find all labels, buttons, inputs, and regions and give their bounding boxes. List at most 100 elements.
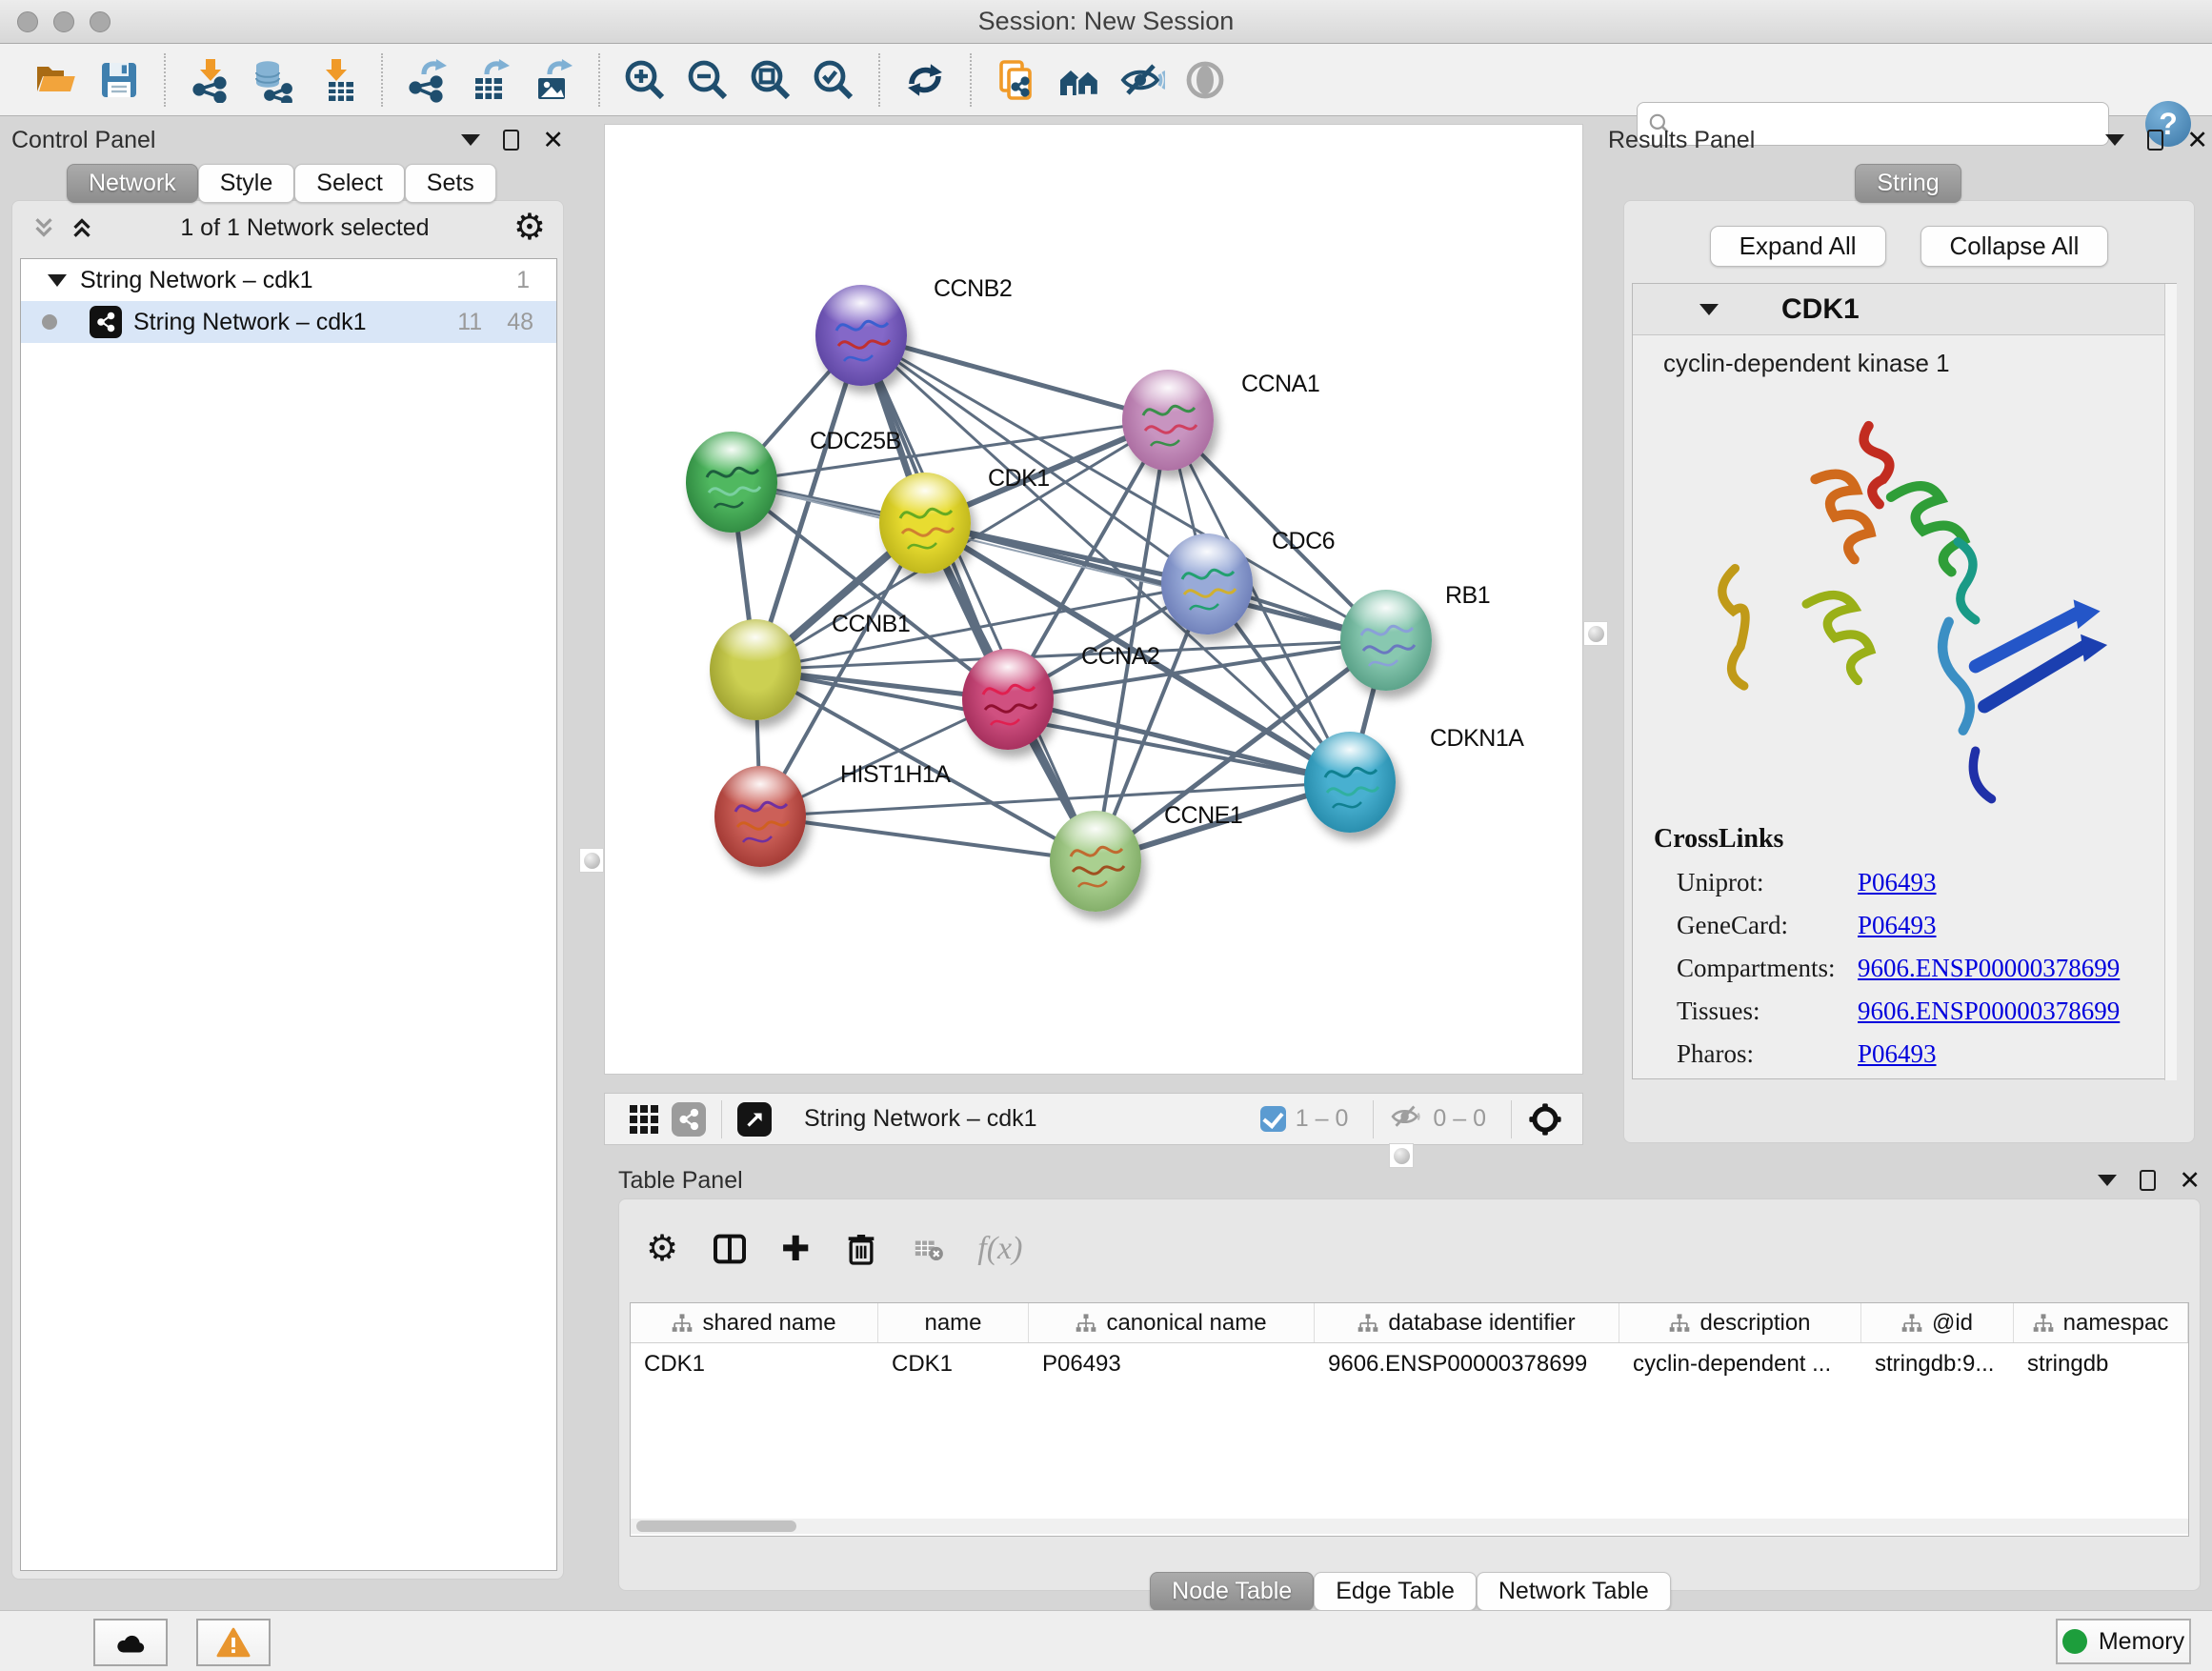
- column-header-namespac[interactable]: namespac: [2014, 1303, 2188, 1342]
- column-header-database-identifier[interactable]: database identifier: [1315, 1303, 1619, 1342]
- open-session-button[interactable]: [25, 50, 88, 110]
- center-view-icon[interactable]: [1527, 1101, 1563, 1137]
- warning-status-button[interactable]: [196, 1619, 271, 1666]
- zoom-selected-button[interactable]: [802, 50, 865, 110]
- results-scrollbar[interactable]: [2164, 284, 2177, 1080]
- tab-select[interactable]: Select: [294, 164, 404, 203]
- footer-separator: [721, 1100, 722, 1138]
- maximize-panel-icon[interactable]: [2140, 1170, 2156, 1191]
- toolbar-separator: [381, 53, 383, 107]
- window-controls[interactable]: [17, 11, 111, 32]
- tab-sets[interactable]: Sets: [405, 164, 496, 203]
- collapse-all-button[interactable]: Collapse All: [1920, 226, 2109, 267]
- table-cell[interactable]: stringdb:9...: [1861, 1343, 2014, 1385]
- network-node-CCNB2[interactable]: [815, 285, 907, 386]
- update-network-button[interactable]: [894, 50, 956, 110]
- delete-column-trash-icon[interactable]: [842, 1230, 880, 1268]
- maximize-panel-icon[interactable]: [2147, 130, 2163, 151]
- left-splitter-handle[interactable]: [579, 848, 604, 873]
- column-header-canonical-name[interactable]: canonical name: [1029, 1303, 1315, 1342]
- table-options-gear-icon[interactable]: ⚙: [646, 1231, 678, 1267]
- memory-button[interactable]: Memory: [2056, 1619, 2191, 1664]
- crosslink-link[interactable]: P06493: [1858, 868, 1937, 897]
- column-header-@id[interactable]: @id: [1861, 1303, 2014, 1342]
- network-node-CCNB1[interactable]: [710, 619, 801, 720]
- network-node-CDC6[interactable]: [1161, 534, 1253, 634]
- column-header-name[interactable]: name: [878, 1303, 1029, 1342]
- new-network-from-selection-button[interactable]: [985, 50, 1048, 110]
- table-cell[interactable]: CDK1: [878, 1343, 1029, 1385]
- crosslink-link[interactable]: P06493: [1858, 911, 1937, 940]
- birds-eye-view-icon[interactable]: [630, 1105, 658, 1134]
- crosslink-link[interactable]: 9606.ENSP00000378699: [1858, 954, 2120, 983]
- tab-string[interactable]: String: [1855, 164, 1961, 203]
- network-node-CCNE1[interactable]: [1050, 811, 1141, 912]
- network-node-CCNA1[interactable]: [1122, 370, 1214, 471]
- collapse-all-icon[interactable]: [30, 213, 58, 242]
- network-share-icon[interactable]: [672, 1102, 706, 1137]
- add-column-icon[interactable]: ✚: [781, 1229, 810, 1269]
- zoom-out-button[interactable]: [676, 50, 739, 110]
- maximize-window-icon[interactable]: [90, 11, 111, 32]
- crosslink-link[interactable]: 9606.ENSP00000378699: [1858, 997, 2120, 1026]
- close-panel-icon[interactable]: ✕: [2186, 128, 2208, 153]
- network-node-RB1[interactable]: [1340, 590, 1432, 691]
- tab-style[interactable]: Style: [198, 164, 295, 203]
- tab-edge-table[interactable]: Edge Table: [1314, 1572, 1477, 1611]
- import-network-database-button[interactable]: [242, 50, 305, 110]
- network-node-CDKN1A[interactable]: [1304, 732, 1396, 833]
- table-horizontal-scrollbar[interactable]: [631, 1519, 2188, 1534]
- save-session-button[interactable]: [88, 50, 151, 110]
- column-header-description[interactable]: description: [1619, 1303, 1861, 1342]
- tab-node-table[interactable]: Node Table: [1150, 1572, 1314, 1611]
- cloud-status-button[interactable]: [93, 1619, 168, 1666]
- import-network-file-button[interactable]: [179, 50, 242, 110]
- close-window-icon[interactable]: [17, 11, 38, 32]
- export-table-button[interactable]: [459, 50, 522, 110]
- network-row[interactable]: String Network – cdk1 11 48: [21, 301, 556, 343]
- table-cell[interactable]: P06493: [1029, 1343, 1315, 1385]
- table-cell[interactable]: stringdb: [2014, 1343, 2188, 1385]
- crosslink-link[interactable]: P06493: [1858, 1039, 1937, 1069]
- show-hidden-button[interactable]: [1174, 50, 1237, 110]
- selected-nodes-checkbox[interactable]: [1260, 1106, 1286, 1132]
- expand-all-icon[interactable]: [68, 213, 96, 242]
- network-node-CCNA2[interactable]: [962, 649, 1054, 750]
- hide-selected-button[interactable]: [1111, 50, 1174, 110]
- section-expand-icon[interactable]: [1699, 304, 1719, 315]
- network-view-canvas[interactable]: CCNB2CCNA1CDC25BCDK1CDC6RB1CCNB1CCNA2CDK…: [604, 124, 1583, 1075]
- column-header-shared-name[interactable]: shared name: [631, 1303, 878, 1342]
- network-collection-row[interactable]: String Network – cdk1 1: [21, 259, 556, 301]
- gene-section-header[interactable]: CDK1: [1633, 284, 2176, 335]
- import-table-button[interactable]: [305, 50, 368, 110]
- export-image-button[interactable]: [522, 50, 585, 110]
- table-row[interactable]: CDK1CDK1P064939606.ENSP00000378699cyclin…: [631, 1343, 2188, 1385]
- string-home-button[interactable]: [1048, 50, 1111, 110]
- tab-network-table[interactable]: Network Table: [1477, 1572, 1671, 1611]
- float-panel-icon[interactable]: [2098, 1175, 2117, 1186]
- right-splitter-handle[interactable]: [1583, 621, 1608, 646]
- detach-view-icon[interactable]: [737, 1102, 772, 1137]
- show-columns-icon[interactable]: [711, 1230, 749, 1268]
- network-node-CDK1[interactable]: [879, 473, 971, 574]
- minimize-window-icon[interactable]: [53, 11, 74, 32]
- network-node-CDC25B[interactable]: [686, 432, 777, 533]
- table-cell[interactable]: CDK1: [631, 1343, 878, 1385]
- collection-expand-icon[interactable]: [48, 274, 67, 287]
- float-panel-icon[interactable]: [2105, 134, 2124, 146]
- close-panel-icon[interactable]: ✕: [542, 128, 564, 153]
- network-options-gear-icon[interactable]: ⚙: [513, 210, 546, 246]
- maximize-panel-icon[interactable]: [503, 130, 519, 151]
- expand-all-button[interactable]: Expand All: [1710, 226, 1886, 267]
- table-cell[interactable]: 9606.ENSP00000378699: [1315, 1343, 1619, 1385]
- network-node-HIST1H1A[interactable]: [714, 766, 806, 867]
- close-panel-icon[interactable]: ✕: [2179, 1168, 2201, 1194]
- tab-network[interactable]: Network: [67, 164, 198, 203]
- zoom-in-button[interactable]: [613, 50, 676, 110]
- export-network-button[interactable]: [396, 50, 459, 110]
- zoom-fit-button[interactable]: [739, 50, 802, 110]
- hidden-eye-icon[interactable]: [1389, 1103, 1423, 1135]
- table-cell[interactable]: cyclin-dependent ...: [1619, 1343, 1861, 1385]
- float-panel-icon[interactable]: [461, 134, 480, 146]
- table-header-row: shared namenamecanonical namedatabase id…: [631, 1303, 2188, 1343]
